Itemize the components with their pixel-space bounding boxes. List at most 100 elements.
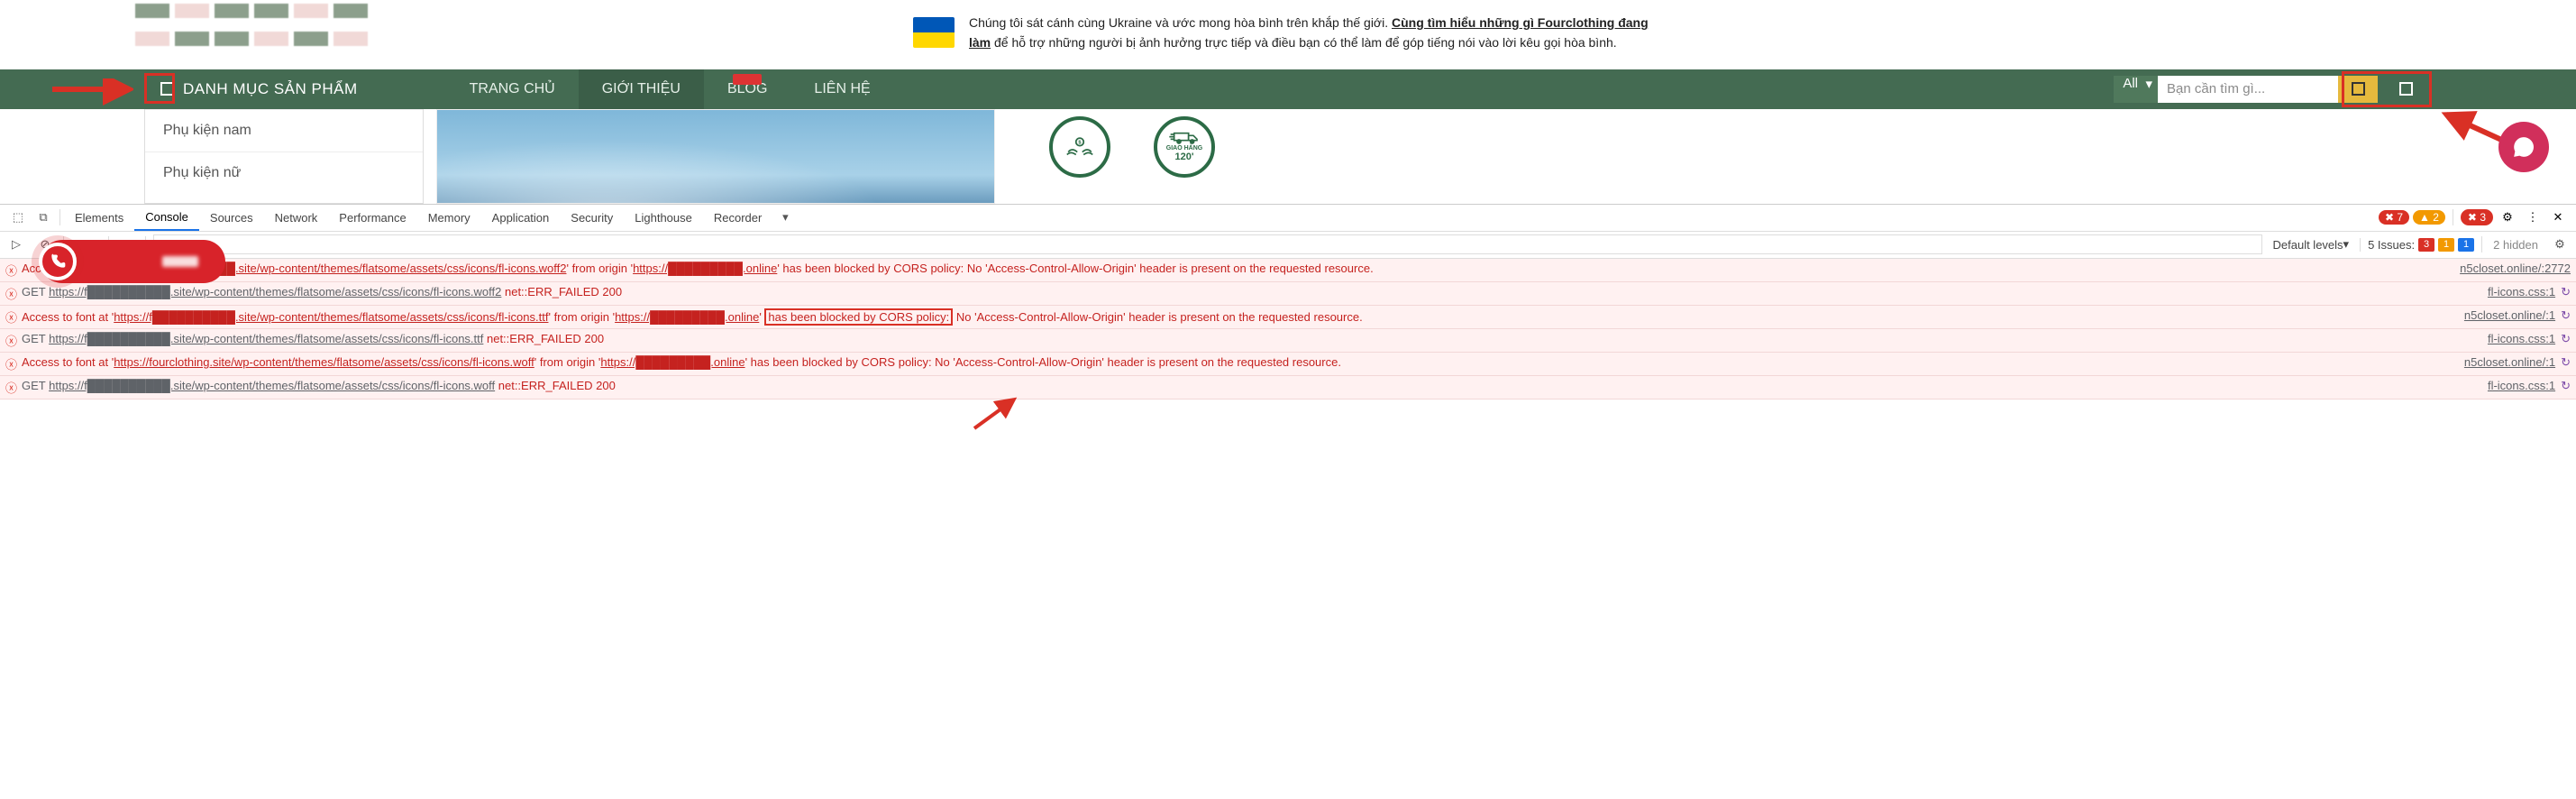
- error-icon: ⓧ: [5, 308, 22, 326]
- category-menu-button[interactable]: DANH MỤC SẢN PHẨM: [144, 69, 374, 109]
- console-source-link[interactable]: n5closet.online/:1: [2457, 355, 2555, 369]
- devtools-tab-security[interactable]: Security: [560, 205, 624, 231]
- site-logo: [135, 4, 370, 54]
- category-label: DANH MỤC SẢN PHẨM: [183, 80, 358, 98]
- console-source-link[interactable]: fl-icons.css:1: [2480, 285, 2555, 302]
- device-toolbar-icon[interactable]: ⧉: [31, 210, 56, 225]
- error-icon: ⓧ: [5, 262, 22, 279]
- devtools-tab-network[interactable]: Network: [264, 205, 329, 231]
- devtools-tab-elements[interactable]: Elements: [64, 205, 134, 231]
- console-message[interactable]: GET https://f██████████.site/wp-content/…: [22, 379, 2480, 396]
- inspect-icon[interactable]: ⬚: [5, 210, 31, 225]
- chat-fab[interactable]: [2498, 122, 2549, 172]
- error-icon: ⓧ: [5, 285, 22, 302]
- phone-number: [162, 256, 198, 267]
- console-row: ⓧGET https://f██████████.site/wp-content…: [0, 376, 2576, 400]
- nav-item-home[interactable]: TRANG CHỦ: [446, 69, 579, 109]
- console-message[interactable]: GET https://f██████████.site/wp-content/…: [22, 332, 2480, 349]
- devtools-tab-performance[interactable]: Performance: [328, 205, 416, 231]
- search-category-select[interactable]: All ▾: [2114, 76, 2158, 103]
- hero-banner[interactable]: [436, 109, 995, 204]
- console-message[interactable]: GET https://f██████████.site/wp-content/…: [22, 285, 2480, 302]
- search-input[interactable]: [2158, 76, 2338, 103]
- devtools-panel: ⬚ ⧉ ElementsConsoleSourcesNetworkPerform…: [0, 204, 2576, 400]
- issues-summary[interactable]: 5 Issues: 3 1 1: [2360, 238, 2474, 252]
- refresh-icon[interactable]: ↻: [2561, 379, 2571, 396]
- badge-delivery: GIAO HÀNG 120': [1154, 116, 1215, 178]
- console-row: ⓧAccess to font at 'https://f██████████.…: [0, 259, 2576, 282]
- main-nav: DANH MỤC SẢN PHẨM TRANG CHỦ GIỚI THIỆU B…: [0, 69, 2576, 109]
- gear-icon[interactable]: ⚙: [2549, 237, 2571, 252]
- levels-value: Default levels: [2273, 238, 2343, 252]
- refresh-icon[interactable]: ↻: [2561, 285, 2571, 302]
- devtools-tab-lighthouse[interactable]: Lighthouse: [624, 205, 703, 231]
- phone-icon: [39, 243, 77, 280]
- ext-error-pill[interactable]: ✖ 3: [2461, 209, 2493, 225]
- warn-count: 2: [2433, 211, 2439, 224]
- refresh-icon[interactable]: ↻: [2561, 355, 2571, 370]
- top-notice-bar: Chúng tôi sát cánh cùng Ukraine và ước m…: [0, 0, 2576, 69]
- devtools-tab-recorder[interactable]: Recorder: [703, 205, 772, 231]
- new-tag-icon: [733, 74, 762, 85]
- notice-text: Chúng tôi sát cánh cùng Ukraine và ước m…: [969, 13, 1663, 53]
- error-count-pill[interactable]: ✖ 7: [2379, 210, 2409, 225]
- devtools-tab-console[interactable]: Console: [134, 205, 199, 231]
- refresh-icon[interactable]: ↻: [2561, 332, 2571, 349]
- console-source-link[interactable]: n5closet.online/:1: [2457, 308, 2555, 322]
- badge-delivery-l1: GIAO HÀNG: [1166, 145, 1202, 152]
- issues-err-badge: 3: [2418, 238, 2434, 252]
- sidebar-item[interactable]: Phụ kiện nữ: [145, 152, 423, 194]
- annotation-box: [2342, 71, 2432, 107]
- close-icon[interactable]: ✕: [2545, 210, 2571, 225]
- nav-item-contact[interactable]: LIÊN HỆ: [790, 69, 893, 109]
- error-icon: ⓧ: [5, 379, 22, 396]
- console-row: ⓧGET https://f██████████.site/wp-content…: [0, 282, 2576, 306]
- chevron-down-icon: ▾: [2145, 76, 2152, 92]
- annotation-box: [144, 73, 175, 104]
- issues-label: 5 Issues:: [2368, 238, 2415, 252]
- console-row: ⓧAccess to font at 'https://f██████████.…: [0, 306, 2576, 329]
- chat-icon: [2512, 135, 2535, 159]
- refresh-icon[interactable]: ↻: [2561, 308, 2571, 323]
- devtools-tab-memory[interactable]: Memory: [417, 205, 481, 231]
- nav-item-blog[interactable]: BLOG: [704, 69, 790, 109]
- console-row: ⓧGET https://f██████████.site/wp-content…: [0, 329, 2576, 353]
- badge-delivery-l2: 120': [1175, 152, 1194, 162]
- notice-before: Chúng tôi sát cánh cùng Ukraine và ước m…: [969, 15, 1392, 30]
- console-output: ⓧAccess to font at 'https://f██████████.…: [0, 259, 2576, 400]
- phone-fab[interactable]: [41, 240, 225, 283]
- console-source-link[interactable]: fl-icons.css:1: [2480, 379, 2555, 396]
- nav-item-about[interactable]: GIỚI THIỆU: [579, 69, 704, 109]
- category-sidebar: Phụ kiện nam Phụ kiện nữ: [144, 109, 424, 204]
- filter-input-wrap: [153, 234, 2262, 254]
- ukraine-flag-icon: [913, 17, 955, 48]
- warn-count-pill[interactable]: ▲ 2: [2413, 210, 2445, 225]
- content-area: Phụ kiện nam Phụ kiện nữ $ GIAO HÀNG 120…: [0, 109, 2576, 204]
- error-icon: ⓧ: [5, 355, 22, 372]
- console-message[interactable]: Access to font at 'https://f██████████.s…: [22, 308, 2457, 326]
- devtools-tab-sources[interactable]: Sources: [199, 205, 264, 231]
- console-toolbar: ▷ ⊘ top ▾ ◉ Default levels ▾ 5 Issues: 3…: [0, 232, 2576, 259]
- more-icon[interactable]: ⋮: [2520, 210, 2545, 225]
- select-value: All: [2123, 76, 2138, 91]
- settings-gear-icon[interactable]: ⚙: [2495, 210, 2520, 225]
- badge-guarantee: $: [1049, 116, 1110, 178]
- err-count: 7: [2397, 211, 2403, 224]
- console-message[interactable]: Access to font at 'https://fourclothing.…: [22, 355, 2457, 369]
- chevron-down-icon[interactable]: ▾: [772, 210, 798, 225]
- notice-after: để hỗ trợ những người bị ảnh hưởng trực …: [991, 35, 1617, 50]
- sidebar-item[interactable]: Phụ kiện nam: [145, 109, 423, 152]
- levels-select[interactable]: Default levels ▾: [2270, 237, 2353, 252]
- filter-input[interactable]: [153, 234, 2262, 254]
- console-source-link[interactable]: n5closet.online/:2772: [2453, 262, 2571, 275]
- hands-money-icon: $: [1064, 134, 1095, 160]
- issues-info-badge: 1: [2458, 238, 2474, 252]
- console-source-link[interactable]: fl-icons.css:1: [2480, 332, 2555, 349]
- ext-count: 3: [2480, 211, 2486, 224]
- devtools-tab-application[interactable]: Application: [481, 205, 561, 231]
- truck-icon: [1169, 131, 1200, 145]
- console-row: ⓧAccess to font at 'https://fourclothing…: [0, 353, 2576, 376]
- play-icon[interactable]: ▷: [5, 237, 27, 252]
- console-message[interactable]: Access to font at 'https://f██████████.s…: [22, 262, 2453, 275]
- hidden-count[interactable]: 2 hidden: [2489, 238, 2542, 252]
